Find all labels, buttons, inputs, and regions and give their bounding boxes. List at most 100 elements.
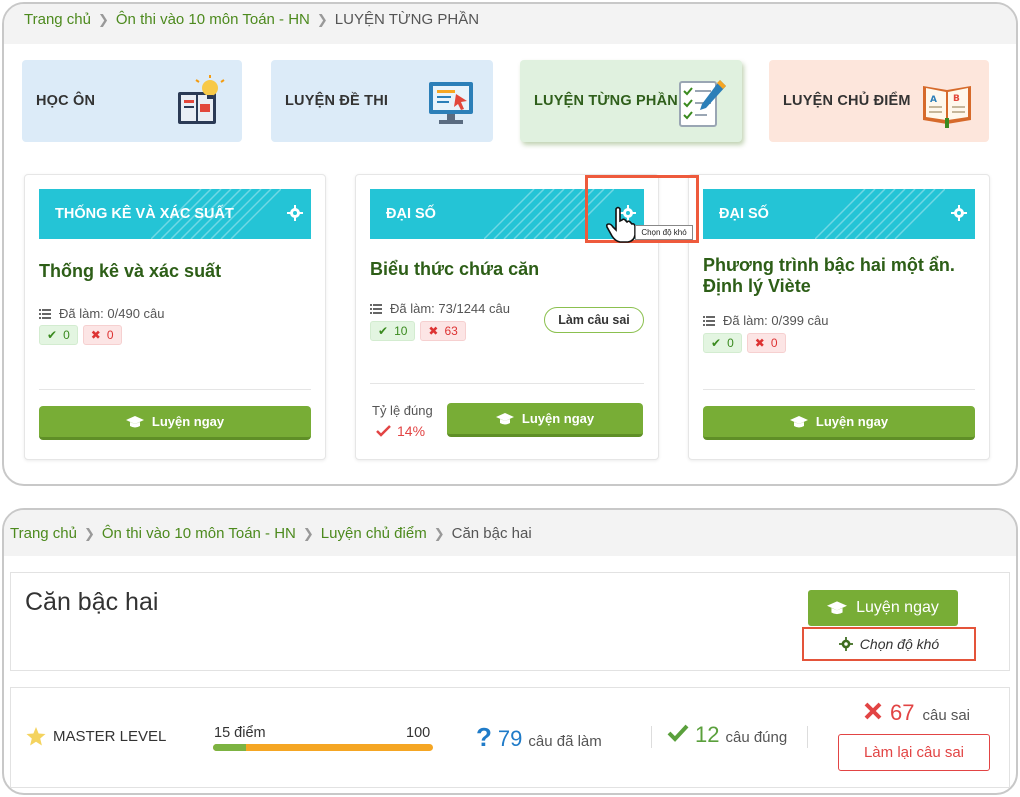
luyen-ngay-button[interactable]: Luyện ngay bbox=[447, 403, 643, 437]
done-count: Đã làm: 0/490 câu bbox=[39, 306, 165, 321]
check-icon: ✔ bbox=[47, 328, 58, 342]
done-count: Đã làm: 0/399 câu bbox=[703, 313, 829, 328]
retry-wrong-button[interactable]: Làm lại câu sai bbox=[838, 734, 990, 771]
x-icon: ✖ bbox=[90, 328, 101, 342]
correct-stat: 12 câu đúng bbox=[667, 722, 787, 748]
choose-difficulty-button[interactable]: Chọn độ khó bbox=[802, 627, 976, 661]
wrong-label: câu sai bbox=[922, 707, 971, 724]
level-indicator: MASTER LEVEL bbox=[26, 727, 166, 746]
breadcrumb-section-link[interactable]: Luyện chủ điểm bbox=[321, 525, 427, 542]
correct-badge: ✔ 10 bbox=[370, 321, 416, 341]
correct-count: 12 bbox=[695, 722, 720, 747]
done-count-text: Đã làm: 0/399 câu bbox=[723, 313, 829, 328]
card-title-line: Phương trình bậc hai một ẩn. bbox=[703, 255, 955, 275]
button-label: Luyện ngay bbox=[815, 414, 889, 429]
points-progress-bar bbox=[213, 744, 433, 751]
breadcrumb: Trang chủ ❯ Ôn thi vào 10 môn Toán - HN … bbox=[10, 525, 532, 542]
chevron-right-icon: ❯ bbox=[316, 11, 328, 27]
hand-pointer-icon bbox=[605, 206, 636, 243]
correct-count: 0 bbox=[727, 336, 734, 350]
retry-wrong-button[interactable]: Làm câu sai bbox=[544, 307, 644, 333]
card-title[interactable]: Biểu thức chứa căn bbox=[370, 259, 648, 280]
book-lightbulb-icon bbox=[178, 75, 225, 124]
tab-luyen-de-thi[interactable]: LUYỆN ĐỀ THI bbox=[271, 60, 493, 142]
result-badges: ✔ 0 ✖ 0 bbox=[703, 333, 786, 353]
list-icon bbox=[370, 303, 382, 314]
check-icon: ✔ bbox=[711, 336, 722, 350]
questions-done-count: 79 bbox=[497, 726, 523, 751]
page-title: Căn bậc hai bbox=[25, 588, 159, 616]
button-label: Luyện ngay bbox=[856, 599, 939, 616]
tab-hoc-on[interactable]: HỌC ÔN bbox=[22, 60, 242, 142]
luyen-ngay-button[interactable]: Luyện ngay bbox=[808, 590, 958, 626]
list-icon bbox=[703, 315, 715, 326]
svg-text:B: B bbox=[953, 94, 960, 104]
card-title[interactable]: Phương trình bậc hai một ẩn. Định lý Viè… bbox=[703, 255, 979, 297]
card-title-line: Định lý Viète bbox=[703, 276, 811, 296]
card-title[interactable]: Thống kê và xác suất bbox=[39, 261, 315, 282]
topic-card: ĐẠI SỐ Phương trình bậc hai một ẩn. Định… bbox=[688, 174, 990, 460]
card-category: ĐẠI SỐ bbox=[719, 206, 769, 222]
correct-label: câu đúng bbox=[725, 729, 788, 746]
decorative-stripes bbox=[151, 189, 281, 239]
breadcrumb-course-link[interactable]: Ôn thi vào 10 môn Toán - HN bbox=[116, 11, 310, 28]
correct-badge: ✔ 0 bbox=[39, 325, 78, 345]
breadcrumb: Trang chủ ❯ Ôn thi vào 10 môn Toán - HN … bbox=[24, 11, 479, 28]
breadcrumb-home-link[interactable]: Trang chủ bbox=[24, 11, 91, 28]
questions-done-label: câu đã làm bbox=[528, 733, 602, 750]
done-count-text: Đã làm: 73/1244 câu bbox=[390, 301, 510, 316]
check-icon bbox=[376, 425, 391, 437]
correct-count: 0 bbox=[63, 328, 70, 342]
tab-luyen-tung-phan[interactable]: LUYỆN TỪNG PHẦN bbox=[520, 60, 742, 142]
card-category: ĐẠI SỐ bbox=[386, 206, 436, 222]
chevron-right-icon: ❯ bbox=[302, 525, 314, 541]
graduation-cap-icon bbox=[827, 601, 848, 615]
x-icon: ✖ bbox=[754, 336, 765, 350]
gear-icon[interactable] bbox=[287, 205, 303, 221]
button-label: Luyện ngay bbox=[151, 414, 225, 429]
luyen-ngay-button[interactable]: Luyện ngay bbox=[39, 406, 311, 440]
wrong-badge: ✖ 0 bbox=[746, 333, 786, 353]
tab-luyen-chu-diem[interactable]: LUYỆN CHỦ ĐIỂM A B bbox=[769, 60, 989, 142]
chevron-right-icon: ❯ bbox=[97, 11, 109, 27]
result-badges: ✔ 10 ✖ 63 bbox=[370, 321, 466, 341]
x-icon: ✖ bbox=[428, 324, 439, 338]
tab-label: LUYỆN ĐỀ THI bbox=[285, 93, 389, 109]
wrong-count: 63 bbox=[444, 324, 458, 338]
gear-icon[interactable] bbox=[951, 205, 967, 221]
questions-done-stat: ? 79 câu đã làm bbox=[476, 722, 602, 753]
divider bbox=[807, 726, 808, 748]
checklist-pencil-icon bbox=[679, 80, 726, 127]
divider bbox=[370, 383, 644, 384]
divider bbox=[39, 389, 311, 390]
list-icon bbox=[39, 308, 51, 319]
check-icon: ✔ bbox=[378, 324, 389, 338]
divider bbox=[703, 389, 975, 390]
wrong-stat: 67 câu sai bbox=[864, 700, 970, 726]
tab-label: LUYỆN TỪNG PHẦN bbox=[534, 93, 678, 109]
wrong-count: 0 bbox=[770, 336, 778, 350]
done-count: Đã làm: 73/1244 câu bbox=[370, 301, 510, 316]
breadcrumb-home-link[interactable]: Trang chủ bbox=[10, 525, 77, 542]
topic-card: THỐNG KÊ VÀ XÁC SUẤT Thống kê và xác suấ… bbox=[24, 174, 326, 460]
monitor-cursor-icon bbox=[429, 82, 473, 124]
button-label: Chọn độ khó bbox=[859, 636, 940, 652]
breadcrumb-current: Căn bậc hai bbox=[451, 525, 532, 542]
luyen-ngay-button[interactable]: Luyện ngay bbox=[703, 406, 975, 440]
button-label: Luyện ngay bbox=[521, 411, 595, 426]
result-badges: ✔ 0 ✖ 0 bbox=[39, 325, 122, 345]
check-icon bbox=[667, 724, 689, 742]
question-icon: ? bbox=[476, 722, 492, 752]
star-icon bbox=[26, 727, 46, 746]
chevron-right-icon: ❯ bbox=[433, 525, 445, 541]
graduation-cap-icon bbox=[495, 412, 514, 424]
divider bbox=[651, 726, 652, 748]
open-book-abc-icon: A B bbox=[923, 86, 971, 128]
chevron-right-icon: ❯ bbox=[83, 525, 95, 541]
correct-badge: ✔ 0 bbox=[703, 333, 742, 353]
accuracy-label: Tỷ lệ đúng bbox=[372, 403, 433, 418]
level-text: MASTER LEVEL bbox=[53, 728, 167, 745]
gear-icon bbox=[838, 637, 853, 651]
graduation-cap-icon bbox=[125, 415, 144, 427]
breadcrumb-course-link[interactable]: Ôn thi vào 10 môn Toán - HN bbox=[102, 525, 296, 542]
